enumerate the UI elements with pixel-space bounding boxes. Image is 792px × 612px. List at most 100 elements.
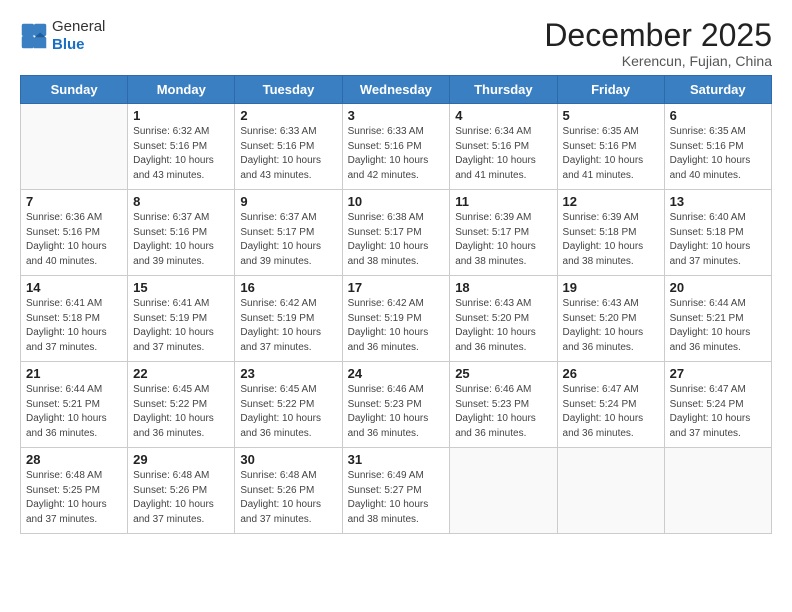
day-cell — [664, 448, 771, 534]
day-number: 12 — [563, 194, 659, 209]
day-info: Sunrise: 6:44 AM Sunset: 5:21 PM Dayligh… — [26, 383, 122, 441]
day-info: Sunrise: 6:32 AM Sunset: 5:16 PM Dayligh… — [133, 125, 229, 183]
day-cell: 15 Sunrise: 6:41 AM Sunset: 5:19 PM Dayli… — [128, 276, 235, 362]
calendar-body: 1 Sunrise: 6:32 AM Sunset: 5:16 PM Daylig… — [21, 104, 772, 534]
day-cell: 6Sunrise: 6:35 AM Sunset: 5:16 PM Daylig… — [664, 104, 771, 190]
day-number: 4 — [455, 108, 551, 123]
day-info: Sunrise: 6:36 AM Sunset: 5:16 PM Dayligh… — [26, 211, 122, 269]
day-number: 8 — [133, 194, 229, 209]
day-cell: 16 Sunrise: 6:42 AM Sunset: 5:19 PM Dayli… — [235, 276, 342, 362]
day-cell: 8 Sunrise: 6:37 AM Sunset: 5:16 PM Daylig… — [128, 190, 235, 276]
header: General Blue December 2025 Kerencun, Fuj… — [20, 18, 772, 69]
day-number: 28 — [26, 452, 122, 467]
day-cell: 12Sunrise: 6:39 AM Sunset: 5:18 PM Dayli… — [557, 190, 664, 276]
day-number: 9 — [240, 194, 336, 209]
day-info: Sunrise: 6:33 AM Sunset: 5:16 PM Dayligh… — [240, 125, 336, 183]
day-cell: 22 Sunrise: 6:45 AM Sunset: 5:22 PM Dayli… — [128, 362, 235, 448]
day-cell — [450, 448, 557, 534]
day-cell — [21, 104, 128, 190]
month-title: December 2025 — [544, 18, 772, 53]
day-number: 23 — [240, 366, 336, 381]
logo-general: General — [52, 18, 105, 36]
day-cell: 18 Sunrise: 6:43 AM Sunset: 5:20 PM Dayli… — [450, 276, 557, 362]
day-info: Sunrise: 6:46 AM Sunset: 5:23 PM Dayligh… — [348, 383, 445, 441]
day-info: Sunrise: 6:37 AM Sunset: 5:17 PM Dayligh… — [240, 211, 336, 269]
day-cell: 31 Sunrise: 6:49 AM Sunset: 5:27 PM Dayli… — [342, 448, 450, 534]
day-number: 21 — [26, 366, 122, 381]
day-cell: 24Sunrise: 6:46 AM Sunset: 5:23 PM Dayli… — [342, 362, 450, 448]
logo-icon — [20, 22, 48, 50]
col-sunday: Sunday — [21, 76, 128, 104]
day-number: 31 — [348, 452, 445, 467]
day-info: Sunrise: 6:40 AM Sunset: 5:18 PM Dayligh… — [670, 211, 766, 269]
day-info: Sunrise: 6:35 AM Sunset: 5:16 PM Dayligh… — [563, 125, 659, 183]
day-info: Sunrise: 6:43 AM Sunset: 5:20 PM Dayligh… — [455, 297, 551, 355]
day-number: 1 — [133, 108, 229, 123]
day-number: 10 — [348, 194, 445, 209]
day-number: 20 — [670, 280, 766, 295]
day-number: 18 — [455, 280, 551, 295]
logo-text: General Blue — [52, 18, 105, 54]
day-number: 16 — [240, 280, 336, 295]
week-row-4: 28 Sunrise: 6:48 AM Sunset: 5:25 PM Dayli… — [21, 448, 772, 534]
day-number: 5 — [563, 108, 659, 123]
title-section: December 2025 Kerencun, Fujian, China — [544, 18, 772, 69]
col-monday: Monday — [128, 76, 235, 104]
day-info: Sunrise: 6:46 AM Sunset: 5:23 PM Dayligh… — [455, 383, 551, 441]
day-cell: 10Sunrise: 6:38 AM Sunset: 5:17 PM Dayli… — [342, 190, 450, 276]
day-number: 7 — [26, 194, 122, 209]
day-number: 29 — [133, 452, 229, 467]
day-number: 25 — [455, 366, 551, 381]
day-cell: 1 Sunrise: 6:32 AM Sunset: 5:16 PM Daylig… — [128, 104, 235, 190]
day-cell: 2 Sunrise: 6:33 AM Sunset: 5:16 PM Daylig… — [235, 104, 342, 190]
day-info: Sunrise: 6:47 AM Sunset: 5:24 PM Dayligh… — [563, 383, 659, 441]
week-row-0: 1 Sunrise: 6:32 AM Sunset: 5:16 PM Daylig… — [21, 104, 772, 190]
day-cell: 4 Sunrise: 6:34 AM Sunset: 5:16 PM Daylig… — [450, 104, 557, 190]
col-saturday: Saturday — [664, 76, 771, 104]
day-info: Sunrise: 6:41 AM Sunset: 5:19 PM Dayligh… — [133, 297, 229, 355]
day-number: 3 — [348, 108, 445, 123]
day-info: Sunrise: 6:33 AM Sunset: 5:16 PM Dayligh… — [348, 125, 445, 183]
day-info: Sunrise: 6:45 AM Sunset: 5:22 PM Dayligh… — [133, 383, 229, 441]
day-number: 22 — [133, 366, 229, 381]
day-cell: 25 Sunrise: 6:46 AM Sunset: 5:23 PM Dayli… — [450, 362, 557, 448]
day-number: 19 — [563, 280, 659, 295]
week-row-2: 14Sunrise: 6:41 AM Sunset: 5:18 PM Dayli… — [21, 276, 772, 362]
day-info: Sunrise: 6:42 AM Sunset: 5:19 PM Dayligh… — [348, 297, 445, 355]
col-wednesday: Wednesday — [342, 76, 450, 104]
col-tuesday: Tuesday — [235, 76, 342, 104]
day-cell: 20Sunrise: 6:44 AM Sunset: 5:21 PM Dayli… — [664, 276, 771, 362]
week-row-1: 7 Sunrise: 6:36 AM Sunset: 5:16 PM Daylig… — [21, 190, 772, 276]
day-number: 15 — [133, 280, 229, 295]
day-cell: 7 Sunrise: 6:36 AM Sunset: 5:16 PM Daylig… — [21, 190, 128, 276]
day-number: 27 — [670, 366, 766, 381]
day-info: Sunrise: 6:35 AM Sunset: 5:16 PM Dayligh… — [670, 125, 766, 183]
day-info: Sunrise: 6:37 AM Sunset: 5:16 PM Dayligh… — [133, 211, 229, 269]
calendar-table: Sunday Monday Tuesday Wednesday Thursday… — [20, 75, 772, 534]
logo-blue: Blue — [52, 36, 105, 54]
day-cell: 19 Sunrise: 6:43 AM Sunset: 5:20 PM Dayli… — [557, 276, 664, 362]
page-container: General Blue December 2025 Kerencun, Fuj… — [0, 0, 792, 544]
day-cell: 5 Sunrise: 6:35 AM Sunset: 5:16 PM Daylig… — [557, 104, 664, 190]
day-cell: 28 Sunrise: 6:48 AM Sunset: 5:25 PM Dayli… — [21, 448, 128, 534]
day-number: 26 — [563, 366, 659, 381]
day-cell: 3 Sunrise: 6:33 AM Sunset: 5:16 PM Daylig… — [342, 104, 450, 190]
day-info: Sunrise: 6:42 AM Sunset: 5:19 PM Dayligh… — [240, 297, 336, 355]
day-cell: 27Sunrise: 6:47 AM Sunset: 5:24 PM Dayli… — [664, 362, 771, 448]
day-info: Sunrise: 6:48 AM Sunset: 5:26 PM Dayligh… — [240, 469, 336, 527]
day-info: Sunrise: 6:43 AM Sunset: 5:20 PM Dayligh… — [563, 297, 659, 355]
col-friday: Friday — [557, 76, 664, 104]
day-cell: 14Sunrise: 6:41 AM Sunset: 5:18 PM Dayli… — [21, 276, 128, 362]
calendar-header: Sunday Monday Tuesday Wednesday Thursday… — [21, 76, 772, 104]
header-row: Sunday Monday Tuesday Wednesday Thursday… — [21, 76, 772, 104]
day-cell: 13Sunrise: 6:40 AM Sunset: 5:18 PM Dayli… — [664, 190, 771, 276]
day-cell: 30Sunrise: 6:48 AM Sunset: 5:26 PM Dayli… — [235, 448, 342, 534]
day-number: 14 — [26, 280, 122, 295]
day-cell: 17 Sunrise: 6:42 AM Sunset: 5:19 PM Dayli… — [342, 276, 450, 362]
day-number: 17 — [348, 280, 445, 295]
day-number: 2 — [240, 108, 336, 123]
day-info: Sunrise: 6:49 AM Sunset: 5:27 PM Dayligh… — [348, 469, 445, 527]
day-info: Sunrise: 6:48 AM Sunset: 5:25 PM Dayligh… — [26, 469, 122, 527]
day-info: Sunrise: 6:34 AM Sunset: 5:16 PM Dayligh… — [455, 125, 551, 183]
day-cell: 21 Sunrise: 6:44 AM Sunset: 5:21 PM Dayli… — [21, 362, 128, 448]
